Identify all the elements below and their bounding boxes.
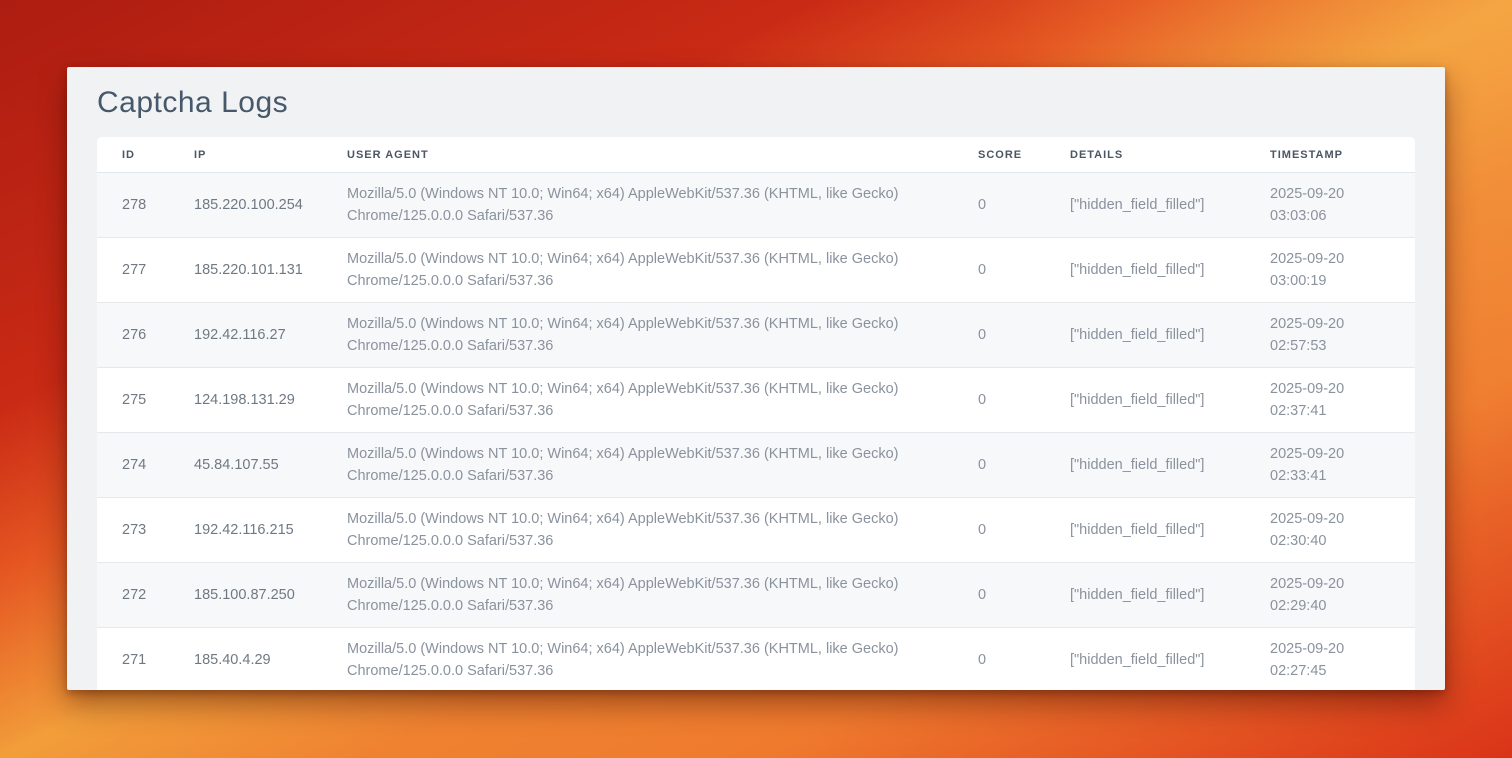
cell-details: ["hidden_field_filled"] [1070,563,1270,628]
cell-score: 0 [978,563,1070,628]
cell-ua: Mozilla/5.0 (Windows NT 10.0; Win64; x64… [347,368,978,433]
cell-score: 0 [978,173,1070,238]
table-header: IDIPUSER AGENTSCOREDETAILSTIMESTAMP [97,137,1415,173]
cell-ip: 185.220.100.254 [194,173,347,238]
cell-timestamp: 2025-09-20 02:29:40 [1270,563,1415,628]
cell-score: 0 [978,238,1070,303]
cell-score: 0 [978,498,1070,563]
cell-timestamp: 2025-09-20 02:33:41 [1270,433,1415,498]
cell-score: 0 [978,303,1070,368]
cell-id: 272 [97,563,194,628]
log-row: 27445.84.107.55Mozilla/5.0 (Windows NT 1… [97,433,1415,498]
header-row: IDIPUSER AGENTSCOREDETAILSTIMESTAMP [97,137,1415,173]
captcha-logs-table: IDIPUSER AGENTSCOREDETAILSTIMESTAMP 2781… [97,137,1415,690]
cell-ua: Mozilla/5.0 (Windows NT 10.0; Win64; x64… [347,238,978,303]
cell-details: ["hidden_field_filled"] [1070,173,1270,238]
cell-ip: 185.40.4.29 [194,628,347,691]
cell-timestamp: 2025-09-20 02:30:40 [1270,498,1415,563]
cell-ua: Mozilla/5.0 (Windows NT 10.0; Win64; x64… [347,563,978,628]
cell-ip: 192.42.116.27 [194,303,347,368]
header-cell-timestamp: TIMESTAMP [1270,137,1415,173]
cell-id: 275 [97,368,194,433]
cell-details: ["hidden_field_filled"] [1070,303,1270,368]
cell-details: ["hidden_field_filled"] [1070,433,1270,498]
cell-ip: 124.198.131.29 [194,368,347,433]
cell-score: 0 [978,433,1070,498]
log-row: 273192.42.116.215Mozilla/5.0 (Windows NT… [97,498,1415,563]
table-body: 278185.220.100.254Mozilla/5.0 (Windows N… [97,173,1415,691]
header-cell-ip: IP [194,137,347,173]
cell-details: ["hidden_field_filled"] [1070,368,1270,433]
cell-id: 276 [97,303,194,368]
cell-ua: Mozilla/5.0 (Windows NT 10.0; Win64; x64… [347,173,978,238]
header-cell-id: ID [97,137,194,173]
header-cell-ua: USER AGENT [347,137,978,173]
cell-timestamp: 2025-09-20 02:37:41 [1270,368,1415,433]
log-row: 271185.40.4.29Mozilla/5.0 (Windows NT 10… [97,628,1415,691]
page-title: Captcha Logs [97,86,1415,120]
log-row: 275124.198.131.29Mozilla/5.0 (Windows NT… [97,368,1415,433]
cell-timestamp: 2025-09-20 03:03:06 [1270,173,1415,238]
cell-id: 274 [97,433,194,498]
cell-timestamp: 2025-09-20 02:57:53 [1270,303,1415,368]
cell-ip: 185.100.87.250 [194,563,347,628]
cell-timestamp: 2025-09-20 03:00:19 [1270,238,1415,303]
cell-score: 0 [978,628,1070,691]
logs-table-container: IDIPUSER AGENTSCOREDETAILSTIMESTAMP 2781… [97,137,1415,690]
cell-id: 278 [97,173,194,238]
log-row: 276192.42.116.27Mozilla/5.0 (Windows NT … [97,303,1415,368]
cell-id: 273 [97,498,194,563]
cell-timestamp: 2025-09-20 02:27:45 [1270,628,1415,691]
cell-score: 0 [978,368,1070,433]
cell-details: ["hidden_field_filled"] [1070,238,1270,303]
cell-ip: 192.42.116.215 [194,498,347,563]
cell-ip: 185.220.101.131 [194,238,347,303]
cell-ua: Mozilla/5.0 (Windows NT 10.0; Win64; x64… [347,433,978,498]
cell-ip: 45.84.107.55 [194,433,347,498]
cell-ua: Mozilla/5.0 (Windows NT 10.0; Win64; x64… [347,498,978,563]
header-cell-details: DETAILS [1070,137,1270,173]
cell-id: 277 [97,238,194,303]
log-row: 278185.220.100.254Mozilla/5.0 (Windows N… [97,173,1415,238]
cell-details: ["hidden_field_filled"] [1070,628,1270,691]
cell-ua: Mozilla/5.0 (Windows NT 10.0; Win64; x64… [347,303,978,368]
log-row: 272185.100.87.250Mozilla/5.0 (Windows NT… [97,563,1415,628]
cell-ua: Mozilla/5.0 (Windows NT 10.0; Win64; x64… [347,628,978,691]
cell-details: ["hidden_field_filled"] [1070,498,1270,563]
cell-id: 271 [97,628,194,691]
log-row: 277185.220.101.131Mozilla/5.0 (Windows N… [97,238,1415,303]
captcha-logs-card: Captcha Logs IDIPUSER AGENTSCOREDETAILST… [67,67,1445,690]
header-cell-score: SCORE [978,137,1070,173]
